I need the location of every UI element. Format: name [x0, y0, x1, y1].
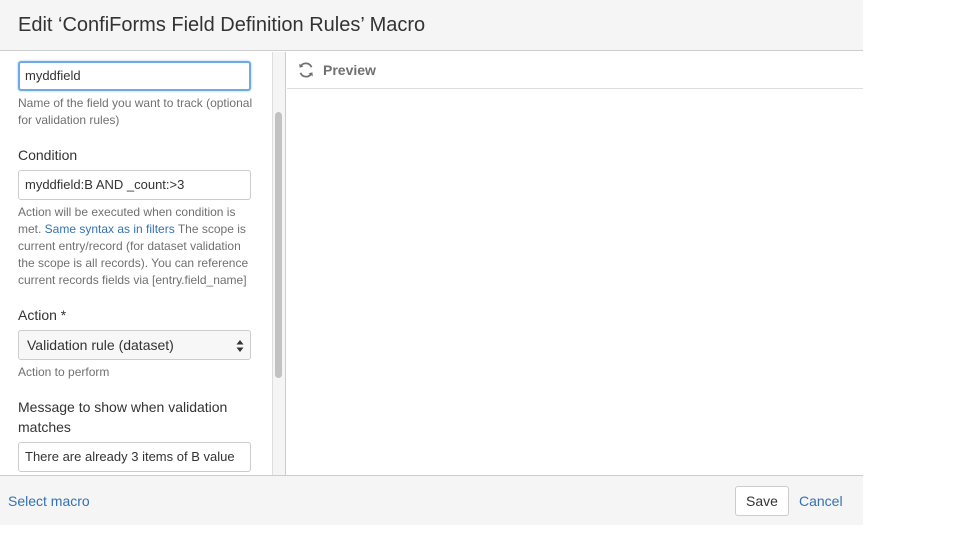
condition-help: Action will be executed when condition i…: [18, 204, 258, 289]
field-name-input[interactable]: myddfield: [18, 61, 251, 91]
action-label: Action *: [18, 307, 67, 323]
dialog-title: Edit ‘ConfiForms Field Definition Rules’…: [18, 14, 426, 36]
dialog-footer: Select macro Save Cancel: [0, 475, 863, 525]
cancel-link[interactable]: Cancel: [799, 493, 843, 509]
preview-label: Preview: [323, 62, 376, 78]
refresh-icon[interactable]: [297, 61, 315, 79]
condition-input[interactable]: myddfield:B AND _count:>3: [18, 170, 251, 200]
macro-parameters-panel: myddfield Name of the field you want to …: [0, 52, 286, 475]
field-name-help: Name of the field you want to track (opt…: [18, 96, 253, 127]
condition-label: Condition: [18, 147, 78, 163]
action-selected-value: Validation rule (dataset): [27, 337, 174, 353]
action-help: Action to perform: [18, 365, 110, 379]
action-select[interactable]: Validation rule (dataset): [18, 330, 251, 360]
same-syntax-link[interactable]: Same syntax as in filters: [45, 222, 175, 236]
scrollbar-thumb[interactable]: [275, 112, 282, 378]
select-macro-link[interactable]: Select macro: [8, 493, 90, 509]
message-input[interactable]: There are already 3 items of B value: [18, 442, 251, 472]
macro-editor-dialog: Edit ‘ConfiForms Field Definition Rules’…: [0, 0, 863, 525]
save-button[interactable]: Save: [735, 486, 789, 516]
select-arrows-icon: [236, 340, 244, 352]
preview-panel: Preview: [287, 52, 863, 475]
dialog-header: Edit ‘ConfiForms Field Definition Rules’…: [0, 0, 863, 51]
message-label: Message to show when validation matches: [18, 399, 228, 435]
preview-bar[interactable]: Preview: [287, 52, 863, 89]
